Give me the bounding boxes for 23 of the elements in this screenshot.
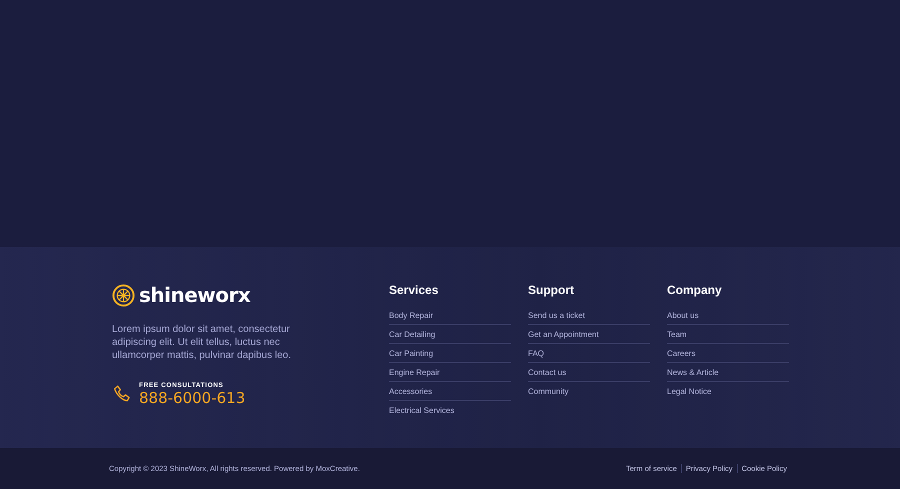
footer-link[interactable]: Send us a ticket [528, 306, 650, 325]
column-title: Support [528, 283, 575, 297]
footer-link[interactable]: Car Painting [389, 344, 511, 363]
footer-link[interactable]: Careers [667, 344, 789, 363]
footer-link[interactable]: Accessories [389, 382, 511, 401]
footer-link[interactable]: Contact us [528, 363, 650, 382]
footer-link[interactable]: Team [667, 325, 789, 344]
phone-number[interactable]: 888-6000-613 [139, 389, 246, 407]
footer-link[interactable]: Legal Notice [667, 382, 789, 401]
footer-link[interactable]: News & Article [667, 363, 789, 382]
column-title: Services [389, 283, 440, 297]
footer-link[interactable]: Body Repair [389, 306, 511, 325]
footer-link[interactable]: Get an Appointment [528, 325, 650, 344]
about-text: Lorem ipsum dolor sit amet, consectetur adipiscing elit. Ut elit tellus, luctus nec ullamcorper mattis, pulvinar dapibus leo. [112, 323, 292, 362]
column-title: Company [667, 283, 723, 297]
footer-link[interactable]: FAQ [528, 344, 650, 363]
footer-link[interactable]: Car Detailing [389, 325, 511, 344]
footer-link[interactable]: Electrical Services [389, 401, 511, 420]
footer-link[interactable]: Engine Repair [389, 363, 511, 382]
footer-link[interactable]: About us [667, 306, 789, 325]
brand-logo[interactable]: shineworx [139, 283, 250, 307]
footer-link[interactable]: Community [528, 382, 650, 401]
wheel-icon [112, 284, 135, 306]
